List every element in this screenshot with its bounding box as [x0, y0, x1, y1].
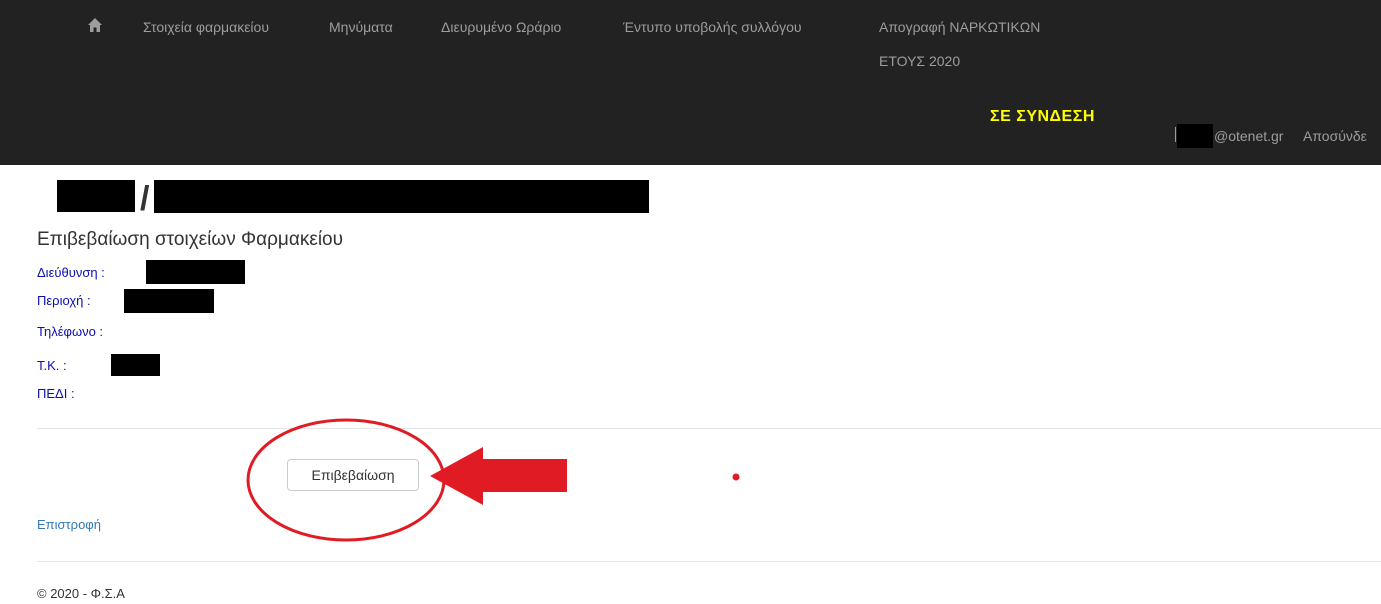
nav-item-messages[interactable]: Μηνύματα [329, 18, 393, 36]
redacted-address [146, 260, 245, 284]
user-email[interactable]: @otenet.gr [1214, 128, 1283, 144]
logout-link[interactable]: Αποσύνδε [1303, 128, 1367, 144]
footer-copyright: © 2020 - Φ.Σ.Α [37, 586, 125, 601]
home-icon[interactable] [87, 16, 103, 34]
user-separator [1175, 127, 1176, 142]
back-link[interactable]: Επιστροφή [37, 517, 101, 532]
page-title-separator: / [140, 180, 150, 218]
nav-item-association-form[interactable]: Έντυπο υποβολής συλλόγου [623, 18, 802, 36]
postal-code-label: Τ.Κ. : [37, 358, 67, 373]
redacted-username [1177, 124, 1213, 148]
footer-divider [37, 561, 1381, 562]
nav-item-narcotics-inventory[interactable]: Απογραφή ΝΑΡΚΩΤΙΚΩΝ [879, 18, 1040, 36]
phone-label: Τηλέφωνο : [37, 324, 104, 339]
nav-item-narcotics-inventory-year[interactable]: ΕΤΟΥΣ 2020 [879, 53, 960, 69]
redacted-pharmacy-code [57, 180, 135, 212]
redacted-postal-code [111, 354, 160, 376]
address-label: Διεύθυνση : [37, 265, 105, 280]
nav-item-extended-hours[interactable]: Διευρυμένο Ωράριο [441, 18, 561, 36]
nav-item-pharmacy-details[interactable]: Στοιχεία φαρμακείου [143, 18, 269, 36]
online-status: ΣΕ ΣΥΝΔΕΣΗ [990, 108, 1095, 125]
confirm-button[interactable]: Επιβεβαίωση [287, 459, 419, 491]
divider [37, 428, 1381, 429]
top-navbar: Στοιχεία φαρμακείου Μηνύματα Διευρυμένο … [0, 0, 1381, 165]
page-subtitle: Επιβεβαίωση στοιχείων Φαρμακείου [37, 229, 344, 250]
red-dot [732, 473, 740, 481]
redacted-pharmacy-name [154, 180, 649, 213]
redacted-area [124, 289, 214, 313]
pedi-label: ΠΕΔΙ : [37, 386, 75, 401]
highlight-arrow [430, 447, 567, 505]
area-label: Περιοχή : [37, 293, 91, 308]
